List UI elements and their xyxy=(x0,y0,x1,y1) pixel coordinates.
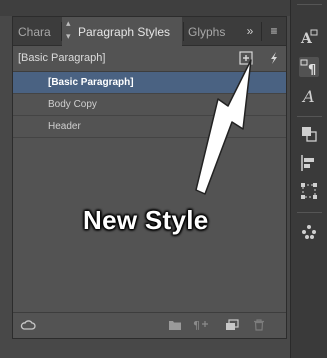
style-row-body-copy[interactable]: Body Copy xyxy=(13,94,286,116)
align-icon[interactable] xyxy=(299,153,319,173)
collapse-tabs-button[interactable]: » xyxy=(243,17,257,45)
lightning-icon xyxy=(271,52,277,64)
paragraph-styles-dock-button[interactable]: ¶ xyxy=(299,57,319,78)
svg-text:A: A xyxy=(301,87,315,106)
new-style-plus-icon xyxy=(239,51,253,65)
style-control-row: [Basic Paragraph] xyxy=(13,46,286,72)
glyphs-icon[interactable]: A xyxy=(299,86,319,106)
double-chevron-icon: » xyxy=(246,24,254,38)
clear-overrides-icon[interactable]: ¶ xyxy=(193,319,211,331)
tab-glyphs[interactable]: Glyphs xyxy=(184,17,234,45)
panel-menu-button[interactable]: ≡ xyxy=(265,17,283,45)
dock-divider xyxy=(297,116,322,117)
pathfinder-icon[interactable] xyxy=(299,124,319,144)
svg-text:¶: ¶ xyxy=(308,63,316,77)
right-tool-dock: A ¶ A xyxy=(290,0,327,358)
tab-label: Paragraph Styles xyxy=(78,25,171,39)
cloud-library-icon[interactable] xyxy=(20,319,36,331)
style-label: [Basic Paragraph] xyxy=(48,77,134,88)
svg-text:¶: ¶ xyxy=(193,319,200,331)
style-row-basic-paragraph[interactable]: [Basic Paragraph] xyxy=(13,72,286,94)
dock-divider xyxy=(297,212,322,213)
transform-icon[interactable] xyxy=(299,181,319,201)
swatches-icon[interactable] xyxy=(299,222,319,242)
tab-label: Chara xyxy=(18,25,51,39)
trash-icon[interactable] xyxy=(253,319,265,331)
character-styles-icon[interactable]: A xyxy=(299,28,319,48)
tab-divider xyxy=(261,22,262,41)
new-style-icon[interactable] xyxy=(225,319,239,331)
paragraph-styles-panel: Chara ▴ ▾ Paragraph Styles Glyphs » ≡ [Ba… xyxy=(12,16,287,339)
paragraph-styles-icon: ¶ xyxy=(300,59,316,78)
hamburger-menu-icon: ≡ xyxy=(270,24,278,38)
quick-apply-button[interactable] xyxy=(267,51,281,65)
new-style-callout-label: New Style xyxy=(83,205,209,235)
sort-arrows-icon: ▴ ▾ xyxy=(66,18,71,41)
style-row-header[interactable]: Header xyxy=(13,116,286,138)
tab-label: Glyphs xyxy=(188,25,226,39)
panel-bottom-bar: ¶ xyxy=(13,312,286,338)
tab-character-styles[interactable]: Chara xyxy=(13,17,61,45)
styles-list: [Basic Paragraph] Body Copy Header xyxy=(13,72,286,315)
panel-tab-bar: Chara ▴ ▾ Paragraph Styles Glyphs » ≡ xyxy=(13,17,286,46)
style-label: Body Copy xyxy=(48,99,97,110)
tab-paragraph-styles[interactable]: ▴ ▾ Paragraph Styles xyxy=(62,17,182,46)
dock-divider xyxy=(297,4,322,5)
workspace-top-strip xyxy=(0,0,290,16)
create-new-style-button[interactable] xyxy=(239,51,253,65)
folder-icon[interactable] xyxy=(168,319,182,331)
current-style-label: [Basic Paragraph] xyxy=(18,52,106,64)
style-label: Header xyxy=(48,121,81,132)
